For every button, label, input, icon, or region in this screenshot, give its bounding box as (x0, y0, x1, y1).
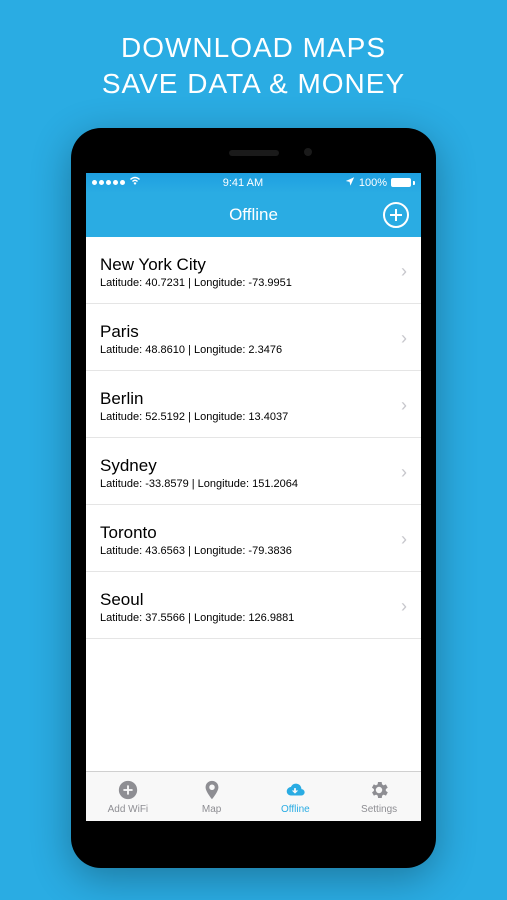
chevron-right-icon: › (401, 529, 407, 550)
tab-bar: Add WiFi Map Offline Settings (86, 771, 421, 821)
status-bar: 9:41 AM 100% (86, 173, 421, 193)
tab-add-wifi[interactable]: Add WiFi (86, 772, 170, 821)
city-coords: Latitude: 37.5566 | Longitude: 126.9881 (100, 612, 401, 624)
city-coords: Latitude: -33.8579 | Longitude: 151.2064 (100, 478, 401, 490)
list-item[interactable]: Sydney Latitude: -33.8579 | Longitude: 1… (86, 438, 421, 505)
status-time: 9:41 AM (223, 177, 263, 189)
plus-circle-icon (116, 778, 140, 802)
list-item-content: New York City Latitude: 40.7231 | Longit… (100, 255, 401, 289)
city-name: Berlin (100, 389, 401, 409)
list-item-content: Sydney Latitude: -33.8579 | Longitude: 1… (100, 456, 401, 490)
screen: 9:41 AM 100% Offline New York City Latit… (86, 173, 421, 821)
location-icon (345, 176, 355, 189)
add-button[interactable] (383, 202, 409, 228)
city-coords: Latitude: 52.5192 | Longitude: 13.4037 (100, 411, 401, 423)
signal-strength-icon (92, 180, 125, 185)
tab-label: Settings (361, 804, 397, 815)
map-pin-icon (200, 778, 224, 802)
list-item[interactable]: Berlin Latitude: 52.5192 | Longitude: 13… (86, 371, 421, 438)
city-name: Seoul (100, 590, 401, 610)
gear-icon (367, 778, 391, 802)
list-item-content: Seoul Latitude: 37.5566 | Longitude: 126… (100, 590, 401, 624)
page-title: Offline (229, 205, 278, 225)
list-item[interactable]: New York City Latitude: 40.7231 | Longit… (86, 237, 421, 304)
phone-frame: 9:41 AM 100% Offline New York City Latit… (71, 128, 436, 868)
tab-label: Offline (281, 804, 310, 815)
status-right: 100% (345, 176, 415, 189)
city-coords: Latitude: 40.7231 | Longitude: -73.9951 (100, 277, 401, 289)
promo-line-1: DOWNLOAD MAPS (102, 30, 405, 66)
chevron-right-icon: › (401, 328, 407, 349)
status-left (92, 175, 141, 190)
battery-percentage: 100% (359, 177, 387, 189)
promo-line-2: SAVE DATA & MONEY (102, 66, 405, 102)
tab-label: Add WiFi (108, 804, 149, 815)
city-coords: Latitude: 43.6563 | Longitude: -79.3836 (100, 545, 401, 557)
battery-icon (391, 178, 415, 187)
list-item-content: Berlin Latitude: 52.5192 | Longitude: 13… (100, 389, 401, 423)
wifi-icon (129, 175, 141, 190)
tab-map[interactable]: Map (170, 772, 254, 821)
phone-speaker (229, 150, 279, 156)
list-item[interactable]: Toronto Latitude: 43.6563 | Longitude: -… (86, 505, 421, 572)
city-list[interactable]: New York City Latitude: 40.7231 | Longit… (86, 237, 421, 771)
chevron-right-icon: › (401, 395, 407, 416)
city-name: Paris (100, 322, 401, 342)
chevron-right-icon: › (401, 261, 407, 282)
city-name: Toronto (100, 523, 401, 543)
chevron-right-icon: › (401, 462, 407, 483)
list-item-content: Paris Latitude: 48.8610 | Longitude: 2.3… (100, 322, 401, 356)
city-name: Sydney (100, 456, 401, 476)
cloud-download-icon (283, 778, 307, 802)
phone-camera (304, 148, 312, 156)
tab-settings[interactable]: Settings (337, 772, 421, 821)
tab-offline[interactable]: Offline (254, 772, 338, 821)
city-coords: Latitude: 48.8610 | Longitude: 2.3476 (100, 344, 401, 356)
nav-header: Offline (86, 193, 421, 237)
list-item[interactable]: Seoul Latitude: 37.5566 | Longitude: 126… (86, 572, 421, 639)
promo-heading: DOWNLOAD MAPS SAVE DATA & MONEY (102, 30, 405, 103)
tab-label: Map (202, 804, 221, 815)
list-item-content: Toronto Latitude: 43.6563 | Longitude: -… (100, 523, 401, 557)
list-item[interactable]: Paris Latitude: 48.8610 | Longitude: 2.3… (86, 304, 421, 371)
chevron-right-icon: › (401, 596, 407, 617)
city-name: New York City (100, 255, 401, 275)
